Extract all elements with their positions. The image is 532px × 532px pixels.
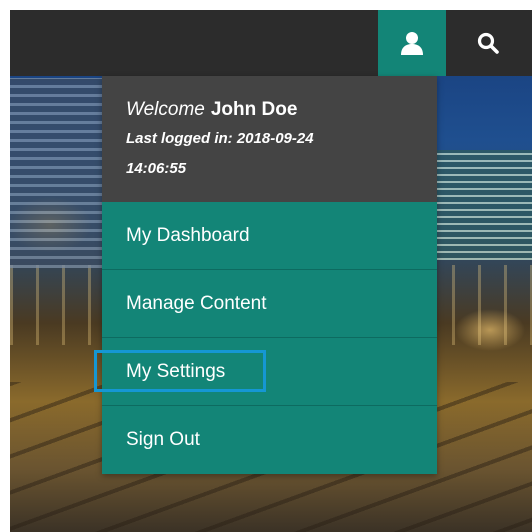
search-button[interactable]: [454, 10, 522, 76]
menu-item-my-settings[interactable]: My Settings: [94, 338, 437, 406]
welcome-line: Welcome John Doe: [126, 98, 413, 122]
welcome-text: Welcome: [126, 99, 205, 120]
background-building-right: [432, 150, 532, 260]
menu-item-label: My Settings: [126, 360, 226, 382]
last-login-label: Last logged in:: [126, 130, 233, 147]
user-dropdown-menu: Welcome John Doe Last logged in: 2018-09-…: [94, 76, 437, 474]
menu-item-label: My Dashboard: [126, 224, 250, 246]
user-name: John Doe: [210, 99, 298, 120]
menu-item-sign-out[interactable]: Sign Out: [102, 406, 437, 474]
user-icon: [401, 32, 423, 55]
menu-item-manage-content[interactable]: Manage Content: [102, 270, 437, 338]
search-icon: [477, 32, 499, 54]
menu-item-label: Sign Out: [126, 429, 200, 450]
menu-item-my-dashboard[interactable]: My Dashboard: [102, 202, 437, 270]
user-info-header: Welcome John Doe Last logged in: 2018-09-…: [102, 76, 437, 202]
background-building-left: [10, 78, 102, 268]
last-login-info: Last logged in: 2018-09-24 14:06:55: [126, 124, 356, 184]
top-bar: [10, 10, 532, 76]
menu-item-label: Manage Content: [126, 292, 267, 314]
user-menu-button[interactable]: [378, 10, 446, 76]
